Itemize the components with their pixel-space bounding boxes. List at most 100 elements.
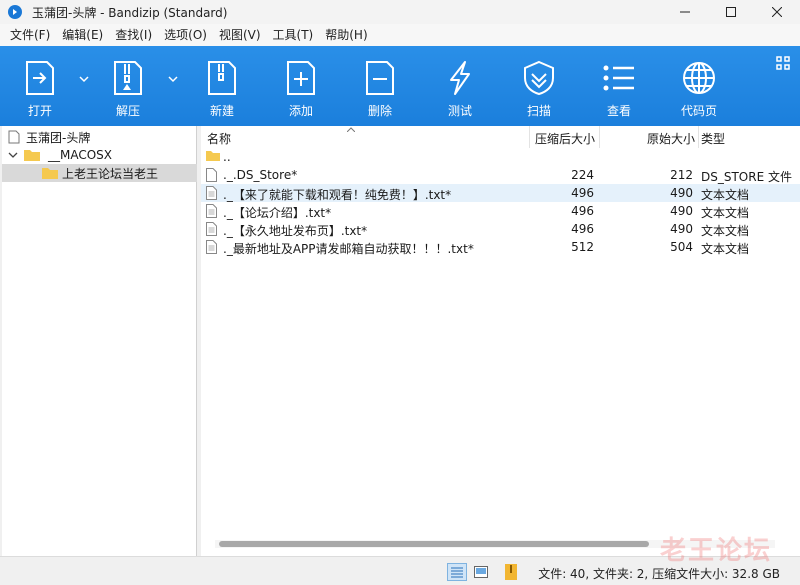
compressed-size: 496 bbox=[571, 186, 594, 200]
compressed-size: 512 bbox=[571, 240, 594, 254]
table-row[interactable]: ._.DS_Store* 224 212 DS_STORE 文件 bbox=[201, 166, 800, 184]
file-type: DS_STORE 文件 bbox=[701, 170, 792, 184]
column-divider[interactable] bbox=[698, 126, 699, 148]
test-label: 测试 bbox=[447, 104, 472, 118]
file-name: .. bbox=[223, 150, 231, 164]
image-preview-icon bbox=[474, 566, 488, 578]
table-row[interactable]: ._最新地址及APP请发邮箱自动获取！！！.txt* 512 504 文本文档 bbox=[201, 238, 800, 256]
blank-file-icon bbox=[206, 168, 217, 182]
details-view-icon bbox=[451, 567, 463, 578]
close-button[interactable] bbox=[754, 0, 800, 24]
extract-icon bbox=[108, 58, 148, 98]
original-size: 212 bbox=[670, 168, 693, 182]
sort-ascending-icon bbox=[347, 127, 355, 132]
column-header-type[interactable]: 类型 bbox=[701, 130, 725, 147]
delete-button[interactable]: 删除 bbox=[358, 46, 402, 126]
open-dropdown-icon[interactable] bbox=[79, 74, 89, 84]
compressed-size: 496 bbox=[571, 222, 594, 236]
column-divider[interactable] bbox=[529, 126, 530, 148]
scan-label: 扫描 bbox=[526, 104, 551, 118]
view-button[interactable]: 查看 bbox=[597, 46, 641, 126]
test-button[interactable]: 测试 bbox=[438, 46, 482, 126]
list-view-icon bbox=[599, 58, 639, 98]
text-file-icon bbox=[206, 186, 217, 200]
layout-grid-icon[interactable] bbox=[776, 56, 790, 70]
column-header-name[interactable]: 名称 bbox=[207, 130, 231, 147]
text-file-icon bbox=[206, 222, 217, 236]
codepage-button[interactable]: 代码页 bbox=[675, 46, 723, 126]
menu-view[interactable]: 视图(V) bbox=[213, 24, 267, 46]
globe-icon bbox=[679, 58, 719, 98]
file-type: 文本文档 bbox=[701, 188, 750, 202]
tree-item-child[interactable]: 上老王论坛当老王 bbox=[2, 164, 197, 182]
column-header-original[interactable]: 原始大小 bbox=[647, 130, 695, 147]
title-bar: 玉蒲团-头牌 - Bandizip (Standard) bbox=[0, 0, 800, 24]
file-name: ._.DS_Store* bbox=[223, 168, 298, 182]
extract-dropdown-icon[interactable] bbox=[168, 74, 178, 84]
scan-button[interactable]: 扫描 bbox=[517, 46, 561, 126]
folder-tree: 玉蒲团-头牌 __MACOSX 上老王论坛当老王 bbox=[2, 126, 197, 556]
tree-item-macosx-label: __MACOSX bbox=[48, 148, 113, 162]
scrollbar-thumb[interactable] bbox=[219, 541, 649, 547]
table-row[interactable]: ._【论坛介绍】.txt* 496 490 文本文档 bbox=[201, 202, 800, 220]
tree-root[interactable]: 玉蒲团-头牌 bbox=[2, 128, 197, 146]
maximize-button[interactable] bbox=[708, 0, 754, 24]
minimize-button[interactable] bbox=[662, 0, 708, 24]
folder-up-icon bbox=[206, 151, 220, 161]
new-label: 新建 bbox=[209, 104, 234, 118]
maximize-icon bbox=[726, 7, 736, 17]
file-name: ._最新地址及APP请发邮箱自动获取！！！.txt* bbox=[223, 242, 474, 256]
window-title: 玉蒲团-头牌 - Bandizip (Standard) bbox=[32, 5, 228, 20]
preview-view-button[interactable] bbox=[471, 563, 491, 581]
table-row[interactable]: ._【来了就能下载和观看！纯免费！】.txt* 496 490 文本文档 bbox=[201, 184, 800, 202]
open-label: 打开 bbox=[27, 104, 52, 118]
text-file-icon bbox=[206, 204, 217, 218]
add-button[interactable]: 添加 bbox=[279, 46, 323, 126]
open-icon bbox=[20, 58, 60, 98]
status-text: 文件: 40, 文件夹: 2, 压缩文件大小: 32.8 GB bbox=[538, 567, 780, 581]
file-type: 文本文档 bbox=[701, 224, 750, 238]
close-icon bbox=[772, 7, 782, 17]
tree-item-macosx[interactable]: __MACOSX bbox=[2, 146, 197, 164]
compressed-size: 496 bbox=[571, 204, 594, 218]
original-size: 490 bbox=[670, 204, 693, 218]
original-size: 490 bbox=[670, 186, 693, 200]
file-name: ._【来了就能下载和观看！纯免费！】.txt* bbox=[223, 188, 452, 202]
list-header: 名称 压缩后大小 原始大小 类型 bbox=[201, 126, 800, 148]
watermark: 老王论坛 bbox=[659, 536, 772, 566]
extract-button[interactable]: 解压 bbox=[106, 46, 150, 126]
file-type: 文本文档 bbox=[701, 206, 750, 220]
table-row[interactable]: ._【永久地址发布页】.txt* 496 490 文本文档 bbox=[201, 220, 800, 238]
codepage-label: 代码页 bbox=[680, 104, 717, 118]
file-type: 文本文档 bbox=[701, 242, 750, 256]
menu-find[interactable]: 查找(I) bbox=[109, 24, 158, 46]
view-label: 查看 bbox=[606, 104, 631, 118]
lightning-icon bbox=[440, 58, 480, 98]
shield-icon bbox=[519, 58, 559, 98]
original-size: 504 bbox=[670, 240, 693, 254]
delete-file-icon bbox=[360, 58, 400, 98]
tree-root-label: 玉蒲团-头牌 bbox=[26, 130, 91, 145]
archive-info-button[interactable] bbox=[501, 563, 521, 581]
menu-options[interactable]: 选项(O) bbox=[158, 24, 213, 46]
zip-file-icon bbox=[505, 564, 517, 580]
bandizip-app-icon bbox=[8, 5, 22, 19]
folder-icon bbox=[42, 168, 58, 179]
column-header-compressed[interactable]: 压缩后大小 bbox=[535, 130, 595, 147]
folder-icon bbox=[24, 150, 40, 161]
new-archive-icon bbox=[202, 58, 242, 98]
menu-tools[interactable]: 工具(T) bbox=[267, 24, 320, 46]
chevron-down-icon[interactable] bbox=[8, 150, 18, 160]
open-button[interactable]: 打开 bbox=[18, 46, 62, 126]
menu-bar: 文件(F) 编辑(E) 查找(I) 选项(O) 视图(V) 工具(T) 帮助(H… bbox=[0, 24, 800, 46]
new-button[interactable]: 新建 bbox=[200, 46, 244, 126]
details-view-button[interactable] bbox=[447, 563, 467, 581]
add-label: 添加 bbox=[288, 104, 313, 118]
menu-help[interactable]: 帮助(H) bbox=[319, 24, 373, 46]
menu-edit[interactable]: 编辑(E) bbox=[56, 24, 109, 46]
menu-file[interactable]: 文件(F) bbox=[4, 24, 56, 46]
file-name: ._【永久地址发布页】.txt* bbox=[223, 224, 368, 238]
list-item-parent[interactable]: .. bbox=[201, 148, 800, 166]
tree-item-child-label: 上老王论坛当老王 bbox=[62, 166, 159, 181]
column-divider[interactable] bbox=[599, 126, 600, 148]
